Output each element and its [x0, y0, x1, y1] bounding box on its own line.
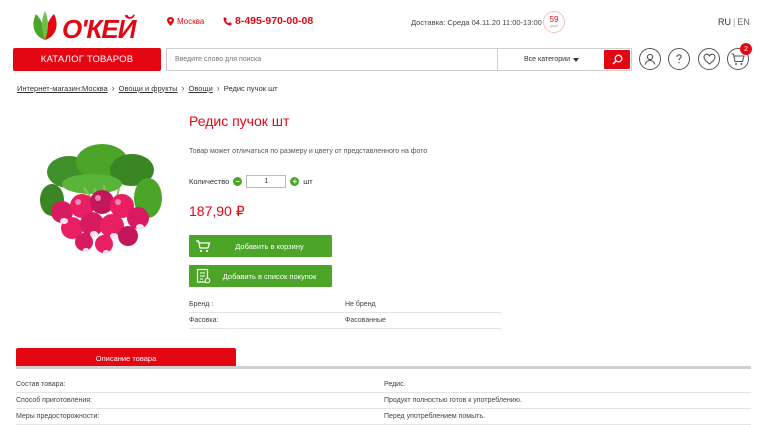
- phone-number: 8-495-970-00-08: [235, 15, 314, 27]
- spec-key: Состав товара:: [16, 381, 66, 388]
- heart-icon: [702, 53, 716, 65]
- spec-value: Редис.: [384, 381, 406, 388]
- breadcrumb-fruits-vegetables[interactable]: Овощи и фрукты: [119, 84, 178, 93]
- search-button[interactable]: [604, 50, 630, 69]
- user-icon: [644, 53, 656, 65]
- category-select[interactable]: Все категории: [497, 49, 605, 70]
- catalog-button[interactable]: КАТАЛОГ ТОВАРОВ: [13, 48, 161, 71]
- favorites-button[interactable]: [698, 48, 720, 70]
- chevron-right-icon: ›: [181, 83, 185, 93]
- leaf-logo-icon: [33, 11, 57, 40]
- attribute-key: Фасовка:: [189, 317, 219, 324]
- cart-count-badge: 2: [740, 43, 752, 55]
- spec-key: Меры предосторожности:: [16, 413, 100, 420]
- breadcrumb-home[interactable]: Интернет-магазин:Москва: [17, 84, 108, 93]
- category-select-label: Все категории: [524, 56, 570, 63]
- account-button[interactable]: [639, 48, 661, 70]
- attribute-value: Фасованные: [345, 317, 386, 324]
- delivery-badge-number: 59: [549, 15, 559, 24]
- delivery-badge: 59 ДНЕЙ: [543, 11, 565, 33]
- product-attributes: Бренд : Не бренд Фасовка: Фасованные: [189, 297, 501, 329]
- tab-description[interactable]: Описание товара: [16, 348, 236, 368]
- spec-key: Способ приготовления:: [16, 397, 92, 404]
- search-input[interactable]: [167, 49, 497, 70]
- attribute-row: Бренд : Не бренд: [189, 297, 501, 313]
- spec-value: Продукт полностью готов к употреблению.: [384, 397, 522, 404]
- okey-logo[interactable]: О'КЕЙ: [30, 8, 158, 44]
- product-title: Редис пучок шт: [189, 113, 290, 129]
- plus-icon[interactable]: +: [290, 177, 300, 186]
- search-bar: Все категории: [166, 48, 632, 71]
- city-selector[interactable]: Москва: [167, 17, 204, 26]
- quantity-label: Количество: [189, 177, 230, 186]
- breadcrumb-vegetables[interactable]: Овощи: [189, 84, 213, 93]
- spec-row: Меры предосторожности: Перед употреблени…: [16, 409, 751, 425]
- quantity-stepper: Количество – + шт: [189, 175, 313, 188]
- city-label: Москва: [177, 17, 205, 26]
- language-switcher: RU | EN: [718, 17, 750, 27]
- cart-icon: [196, 240, 211, 253]
- delivery-badge-sub: ДНЕЙ: [549, 24, 559, 28]
- quantity-input[interactable]: [246, 175, 287, 188]
- logo-text: О'КЕЙ: [62, 14, 136, 44]
- lang-separator: |: [733, 17, 736, 27]
- add-to-cart-button[interactable]: Добавить в корзину: [189, 235, 332, 257]
- shopping-list-icon: [196, 268, 211, 284]
- search-icon: [611, 54, 622, 65]
- chevron-right-icon: ›: [111, 83, 115, 93]
- lang-en[interactable]: EN: [737, 17, 750, 27]
- help-button[interactable]: [668, 48, 690, 70]
- chevron-down-icon: [573, 57, 579, 62]
- phone-icon: [223, 17, 232, 25]
- phone-link[interactable]: 8-495-970-00-08: [223, 15, 313, 27]
- spec-row: Способ приготовления: Продукт полностью …: [16, 393, 751, 409]
- breadcrumb-current: Редис пучок шт: [223, 83, 278, 93]
- location-pin-icon: [167, 17, 174, 26]
- spec-value: Перед употреблением помыть.: [384, 413, 485, 420]
- lang-ru[interactable]: RU: [718, 17, 731, 27]
- chevron-right-icon: ›: [216, 83, 220, 93]
- spec-row: Состав товара: Редис.: [16, 377, 751, 393]
- attribute-key: Бренд :: [189, 301, 214, 308]
- add-to-list-button[interactable]: Добавить в список покупок: [189, 265, 332, 287]
- product-image[interactable]: [24, 140, 174, 258]
- attribute-value: Не бренд: [345, 301, 376, 308]
- quantity-unit: шт: [303, 177, 313, 186]
- tab-divider: [16, 366, 751, 369]
- question-icon: [676, 54, 682, 64]
- breadcrumb: Интернет-магазин:Москва › Овощи и фрукты…: [17, 83, 278, 93]
- minus-icon[interactable]: –: [233, 177, 243, 186]
- attribute-row: Фасовка: Фасованные: [189, 313, 501, 329]
- product-specs: Состав товара: Редис. Способ приготовлен…: [16, 377, 751, 425]
- product-note: Товар может отличаться по размеру и цвет…: [189, 148, 428, 155]
- delivery-info[interactable]: Доставка: Среда 04.11.20 11:00-13:00: [411, 18, 542, 27]
- product-price: 187,90 ₽: [189, 203, 245, 219]
